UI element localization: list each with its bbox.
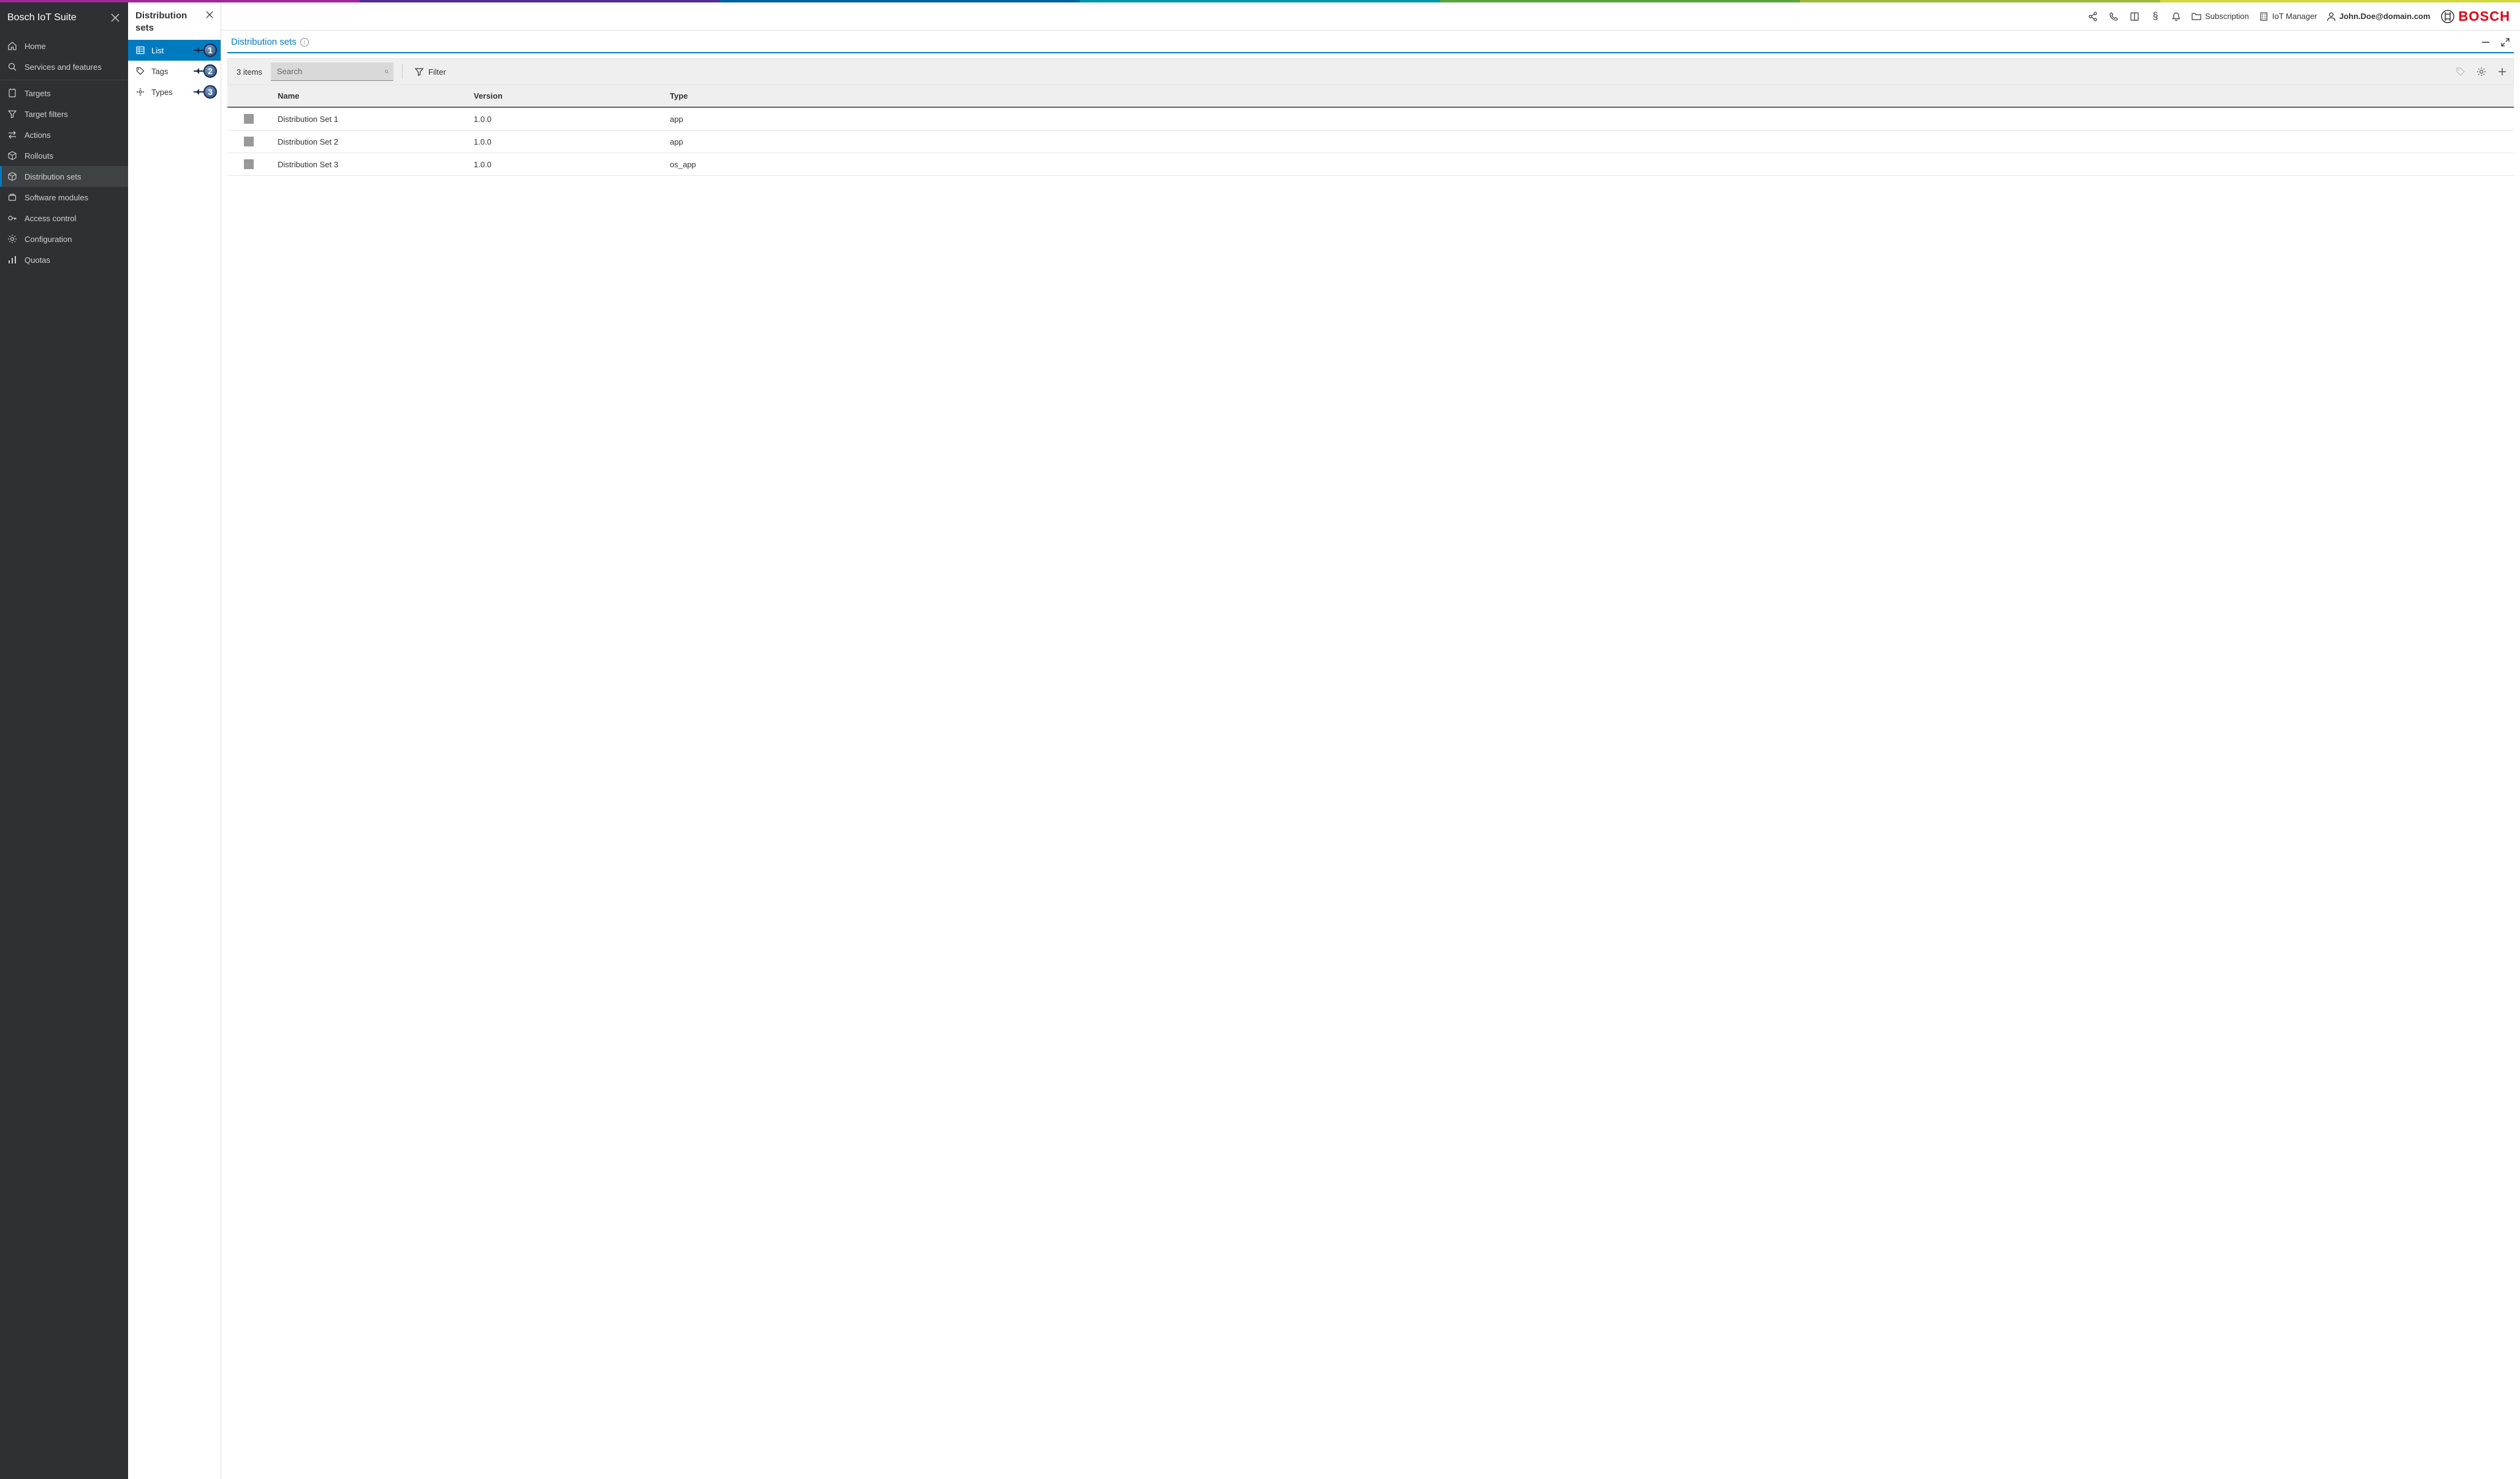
nav-item-services-and-features[interactable]: Services and features [0,56,128,77]
filter-icon [415,67,423,76]
nav-item-software-modules[interactable]: Software modules [0,187,128,208]
row-color-swatch [244,137,254,146]
building-icon [2259,12,2269,21]
swap-icon [7,130,17,140]
col-name[interactable]: Name [270,85,466,107]
sidebar-title: Bosch IoT Suite [7,12,77,23]
close-icon [206,11,213,18]
nav-item-targets[interactable]: Targets [0,83,128,104]
filter-button[interactable]: Filter [411,67,450,77]
sidebar-close-button[interactable] [111,13,120,22]
item-count: 3 items [234,67,265,77]
table-row[interactable]: Distribution Set 11.0.0app [227,108,2514,130]
nav-item-configuration[interactable]: Configuration [0,229,128,249]
nav-item-target-filters[interactable]: Target filters [0,104,128,124]
share-icon[interactable] [2087,11,2098,22]
list-icon [135,45,145,55]
target-icon [7,88,17,98]
cell-version: 1.0.0 [466,154,662,175]
col-version[interactable]: Version [466,85,662,107]
cell-type: os_app [662,154,2514,175]
subscription-link[interactable]: Subscription [2192,12,2249,21]
bosch-logo: BOSCH [2440,9,2510,25]
row-color-swatch [244,114,254,124]
sub-item-types[interactable]: Types3 [128,81,221,102]
filter-icon [7,109,17,119]
add-button[interactable] [2497,67,2507,77]
cell-name: Distribution Set 2 [270,131,466,153]
nav-item-rollouts[interactable]: Rollouts [0,145,128,166]
tag-icon [135,66,145,76]
sub-sidebar-title: Distribution sets [135,10,206,34]
table-row[interactable]: Distribution Set 21.0.0app [227,130,2514,153]
cell-version: 1.0.0 [466,131,662,153]
expand-button[interactable] [2500,37,2510,47]
callout-3: 3 [194,85,217,99]
nav-item-actions[interactable]: Actions [0,124,128,145]
user-link[interactable]: John.Doe@domain.com [2327,12,2430,21]
sub-sidebar-close-button[interactable] [206,11,213,18]
search-box[interactable] [271,62,393,81]
callout-1: 1 [194,44,217,57]
close-icon [111,13,120,22]
bosch-anchor-icon [2440,9,2455,24]
cell-name: Distribution Set 1 [270,108,466,130]
section-icon[interactable]: § [2150,11,2161,22]
nav-item-distribution-sets[interactable]: Distribution sets [0,166,128,187]
iot-manager-link[interactable]: IoT Manager [2259,12,2317,21]
search-input[interactable] [277,67,385,76]
types-icon [135,87,145,97]
col-type[interactable]: Type [662,85,2514,107]
cell-name: Distribution Set 3 [270,154,466,175]
folder-icon [2192,12,2201,21]
cell-version: 1.0.0 [466,108,662,130]
phone-icon[interactable] [2108,11,2119,22]
tag-action-button [2456,67,2465,77]
topbar: § Subscription IoT Manager John.Doe@doma… [221,2,2520,31]
sub-sidebar: Distribution sets List1Tags2Types3 [128,2,221,1479]
row-color-swatch [244,159,254,169]
main-sidebar: Bosch IoT Suite HomeServices and feature… [0,2,128,1479]
nav-item-access-control[interactable]: Access control [0,208,128,229]
person-icon [2327,12,2336,21]
bell-icon[interactable] [2171,11,2182,22]
cell-type: app [662,131,2514,153]
toolbar: 3 items Filter [227,58,2514,85]
table-row[interactable]: Distribution Set 31.0.0os_app [227,153,2514,176]
search-icon [7,62,17,72]
sub-item-list[interactable]: List1 [128,40,221,61]
minimize-button[interactable] [2481,37,2491,47]
nav-item-quotas[interactable]: Quotas [0,249,128,270]
settings-button[interactable] [2476,67,2486,77]
book-icon[interactable] [2129,11,2140,22]
cell-type: app [662,108,2514,130]
key-icon [7,213,17,223]
module-icon [7,192,17,202]
callout-2: 2 [194,64,217,78]
cube-icon [7,172,17,181]
nav-item-home[interactable]: Home [0,36,128,56]
gear-icon [7,234,17,244]
info-icon[interactable]: i [300,38,309,47]
sub-item-tags[interactable]: Tags2 [128,61,221,81]
bars-icon [7,255,17,265]
home-icon [7,41,17,51]
panel-title: Distribution sets [231,37,297,47]
search-icon [385,67,389,76]
cube-icon [7,151,17,161]
table-header: Name Version Type [227,85,2514,108]
